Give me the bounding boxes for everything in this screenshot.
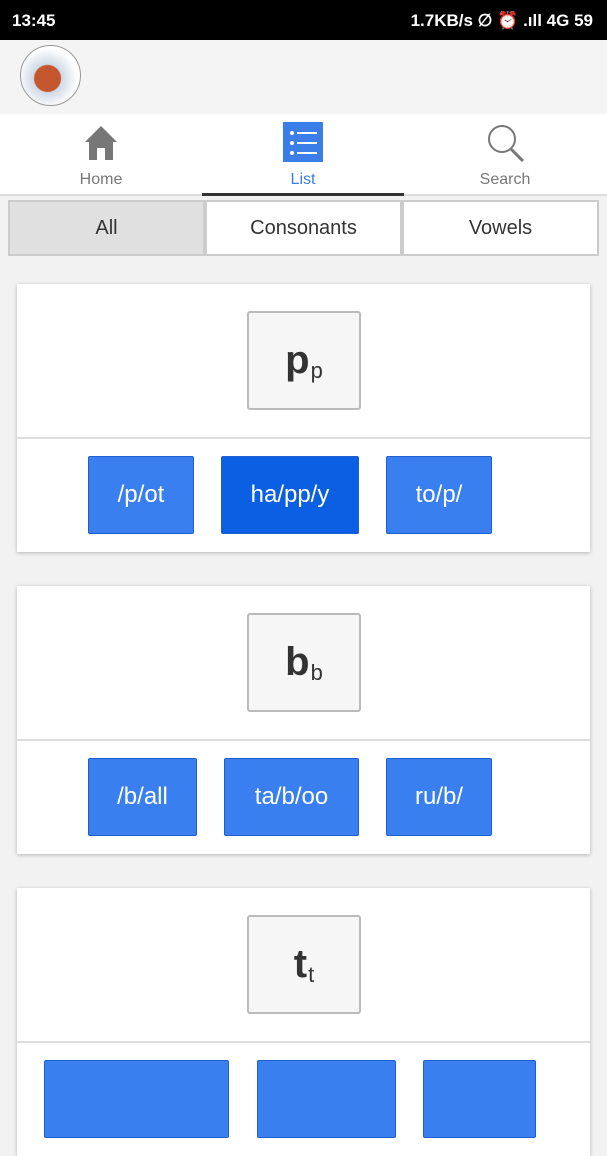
word-button[interactable] [44,1060,229,1138]
filter-all[interactable]: All [8,200,205,256]
home-icon [85,126,117,160]
tab-search[interactable]: Search [404,114,606,196]
list-icon [283,122,323,162]
phoneme-card: tt [17,888,590,1156]
tab-home[interactable]: Home [0,114,202,196]
letter: t [293,942,308,986]
letter: b [285,640,310,684]
filter-vowels[interactable]: Vowels [402,200,599,256]
filter-segmented-control: All Consonants Vowels [8,200,599,256]
word-button[interactable] [257,1060,396,1138]
phoneme-card: pp /p/ot ha/pp/y to/p/ [17,284,590,552]
word-button[interactable]: ta/b/oo [224,758,359,836]
status-indicators: 1.7KB/s ∅ ⏰ .ıll 4G 59 [410,11,593,30]
letter-sub: p [310,357,323,383]
status-bar: 13:45 1.7KB/s ∅ ⏰ .ıll 4G 59 [0,0,607,40]
divider [17,1041,590,1043]
word-button[interactable]: ru/b/ [386,758,492,836]
tab-label: Search [479,171,531,188]
letter: p [285,338,310,382]
tab-label: List [290,171,316,188]
status-time: 13:45 [12,11,56,30]
app-header [0,40,607,114]
filter-consonants[interactable]: Consonants [205,200,402,256]
word-button[interactable]: /b/all [88,758,197,836]
phoneme-letter-button[interactable]: tt [247,915,361,1014]
letter-sub: t [308,961,315,987]
word-button[interactable]: /p/ot [88,456,194,534]
divider [17,437,590,439]
word-button[interactable]: to/p/ [386,456,492,534]
word-button[interactable]: ha/pp/y [221,456,359,534]
tab-label: Home [79,171,123,188]
tab-bar: Home List Search [0,114,607,196]
app-logo[interactable] [20,45,81,106]
letter-sub: b [310,659,323,685]
phoneme-letter-button[interactable]: pp [247,311,361,410]
phoneme-card: bb /b/all ta/b/oo ru/b/ [17,586,590,854]
phoneme-letter-button[interactable]: bb [247,613,361,712]
word-button[interactable] [423,1060,536,1138]
tab-list[interactable]: List [202,114,404,196]
search-icon [488,125,525,162]
divider [17,739,590,741]
